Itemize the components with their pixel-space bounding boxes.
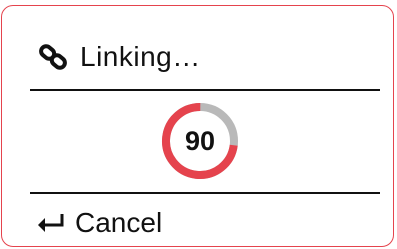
dialog-title: Linking… (80, 41, 201, 72)
progress-ring: 90 (160, 101, 240, 181)
top-divider (30, 89, 380, 91)
cancel-button[interactable]: Cancel (35, 203, 162, 243)
link-icon (39, 44, 67, 70)
enter-icon (38, 214, 64, 232)
bottom-divider (30, 192, 380, 194)
dialog-header: Linking… (36, 39, 201, 75)
progress-value: 90 (184, 126, 216, 156)
linking-dialog: Linking… 90 Cancel (1, 5, 394, 247)
cancel-label: Cancel (75, 207, 163, 238)
